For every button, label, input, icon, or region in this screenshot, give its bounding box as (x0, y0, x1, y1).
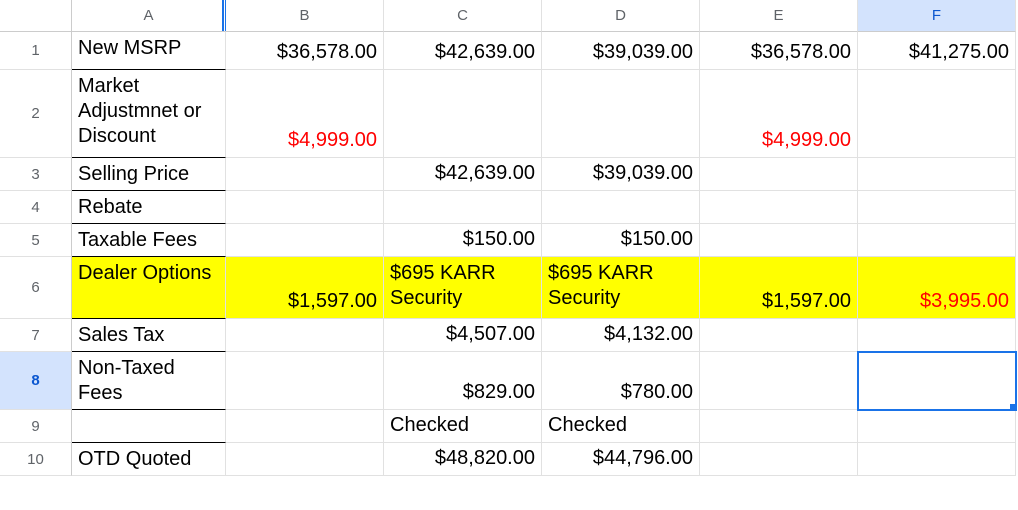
cell-C1[interactable]: $42,639.00 (384, 32, 542, 70)
cell-E10[interactable] (700, 443, 858, 476)
cell-E7[interactable] (700, 319, 858, 352)
col-header-F[interactable]: F (858, 0, 1016, 32)
cell-C8[interactable]: $829.00 (384, 352, 542, 410)
row-header-6[interactable]: 6 (0, 257, 72, 319)
cell-F7[interactable] (858, 319, 1016, 352)
cell-C3[interactable]: $42,639.00 (384, 158, 542, 191)
col-label: F (932, 7, 941, 24)
row-header-1[interactable]: 1 (0, 32, 72, 70)
cell-E1[interactable]: $36,578.00 (700, 32, 858, 70)
cell-D1[interactable]: $39,039.00 (542, 32, 700, 70)
cell-F4[interactable] (858, 191, 1016, 224)
col-label: B (299, 7, 309, 24)
cell-E4[interactable] (700, 191, 858, 224)
row-header-5[interactable]: 5 (0, 224, 72, 257)
cell-A7[interactable]: Sales Tax (72, 319, 226, 352)
corner-select-all[interactable] (0, 0, 72, 32)
cell-E2[interactable]: $4,999.00 (700, 70, 858, 158)
col-label: E (773, 7, 783, 24)
cell-B5[interactable] (226, 224, 384, 257)
cell-D2[interactable] (542, 70, 700, 158)
cell-F2[interactable] (858, 70, 1016, 158)
cell-D7[interactable]: $4,132.00 (542, 319, 700, 352)
cell-F5[interactable] (858, 224, 1016, 257)
cell-B3[interactable] (226, 158, 384, 191)
col-label: A (143, 7, 153, 24)
cell-E6[interactable]: $1,597.00 (700, 257, 858, 319)
cell-F6[interactable]: $3,995.00 (858, 257, 1016, 319)
cell-D3[interactable]: $39,039.00 (542, 158, 700, 191)
row-header-2[interactable]: 2 (0, 70, 72, 158)
cell-A8[interactable]: Non-Taxed Fees (72, 352, 226, 410)
col-header-A[interactable]: A (72, 0, 226, 32)
cell-E3[interactable] (700, 158, 858, 191)
cell-E8[interactable] (700, 352, 858, 410)
cell-D8[interactable]: $780.00 (542, 352, 700, 410)
cell-B8[interactable] (226, 352, 384, 410)
cell-D6[interactable]: $695 KARR Security (542, 257, 700, 319)
col-label: C (457, 7, 468, 24)
cell-B4[interactable] (226, 191, 384, 224)
cell-D4[interactable] (542, 191, 700, 224)
row-header-8[interactable]: 8 (0, 352, 72, 410)
cell-D10[interactable]: $44,796.00 (542, 443, 700, 476)
row-header-3[interactable]: 3 (0, 158, 72, 191)
cell-C7[interactable]: $4,507.00 (384, 319, 542, 352)
col-header-B[interactable]: B (226, 0, 384, 32)
cell-B10[interactable] (226, 443, 384, 476)
row-header-7[interactable]: 7 (0, 319, 72, 352)
cell-A5[interactable]: Taxable Fees (72, 224, 226, 257)
cell-C9[interactable]: Checked (384, 410, 542, 443)
row-header-10[interactable]: 10 (0, 443, 72, 476)
col-header-C[interactable]: C (384, 0, 542, 32)
cell-C5[interactable]: $150.00 (384, 224, 542, 257)
cell-F1[interactable]: $41,275.00 (858, 32, 1016, 70)
cell-A2[interactable]: Market Adjustmnet or Discount (72, 70, 226, 158)
cell-B2[interactable]: $4,999.00 (226, 70, 384, 158)
cell-F9[interactable] (858, 410, 1016, 443)
cell-A6[interactable]: Dealer Options (72, 257, 226, 319)
cell-D9[interactable]: Checked (542, 410, 700, 443)
cell-A10[interactable]: OTD Quoted (72, 443, 226, 476)
row-header-9[interactable]: 9 (0, 410, 72, 443)
cell-F8[interactable] (858, 352, 1016, 410)
cell-B7[interactable] (226, 319, 384, 352)
cell-A1[interactable]: New MSRP (72, 32, 226, 70)
cell-D5[interactable]: $150.00 (542, 224, 700, 257)
col-header-E[interactable]: E (700, 0, 858, 32)
spreadsheet-grid: A B C D E F 1 New MSRP $36,578.00 $42,63… (0, 0, 1018, 476)
cell-C4[interactable] (384, 191, 542, 224)
cell-B6[interactable]: $1,597.00 (226, 257, 384, 319)
cell-A9[interactable] (72, 410, 226, 443)
cell-C10[interactable]: $48,820.00 (384, 443, 542, 476)
cell-A3[interactable]: Selling Price (72, 158, 226, 191)
cell-C6[interactable]: $695 KARR Security (384, 257, 542, 319)
cell-F10[interactable] (858, 443, 1016, 476)
col-label: D (615, 7, 626, 24)
col-header-D[interactable]: D (542, 0, 700, 32)
cell-F3[interactable] (858, 158, 1016, 191)
cell-A4[interactable]: Rebate (72, 191, 226, 224)
row-header-4[interactable]: 4 (0, 191, 72, 224)
cell-E9[interactable] (700, 410, 858, 443)
cell-B9[interactable] (226, 410, 384, 443)
cell-C2[interactable] (384, 70, 542, 158)
cell-E5[interactable] (700, 224, 858, 257)
cell-B1[interactable]: $36,578.00 (226, 32, 384, 70)
